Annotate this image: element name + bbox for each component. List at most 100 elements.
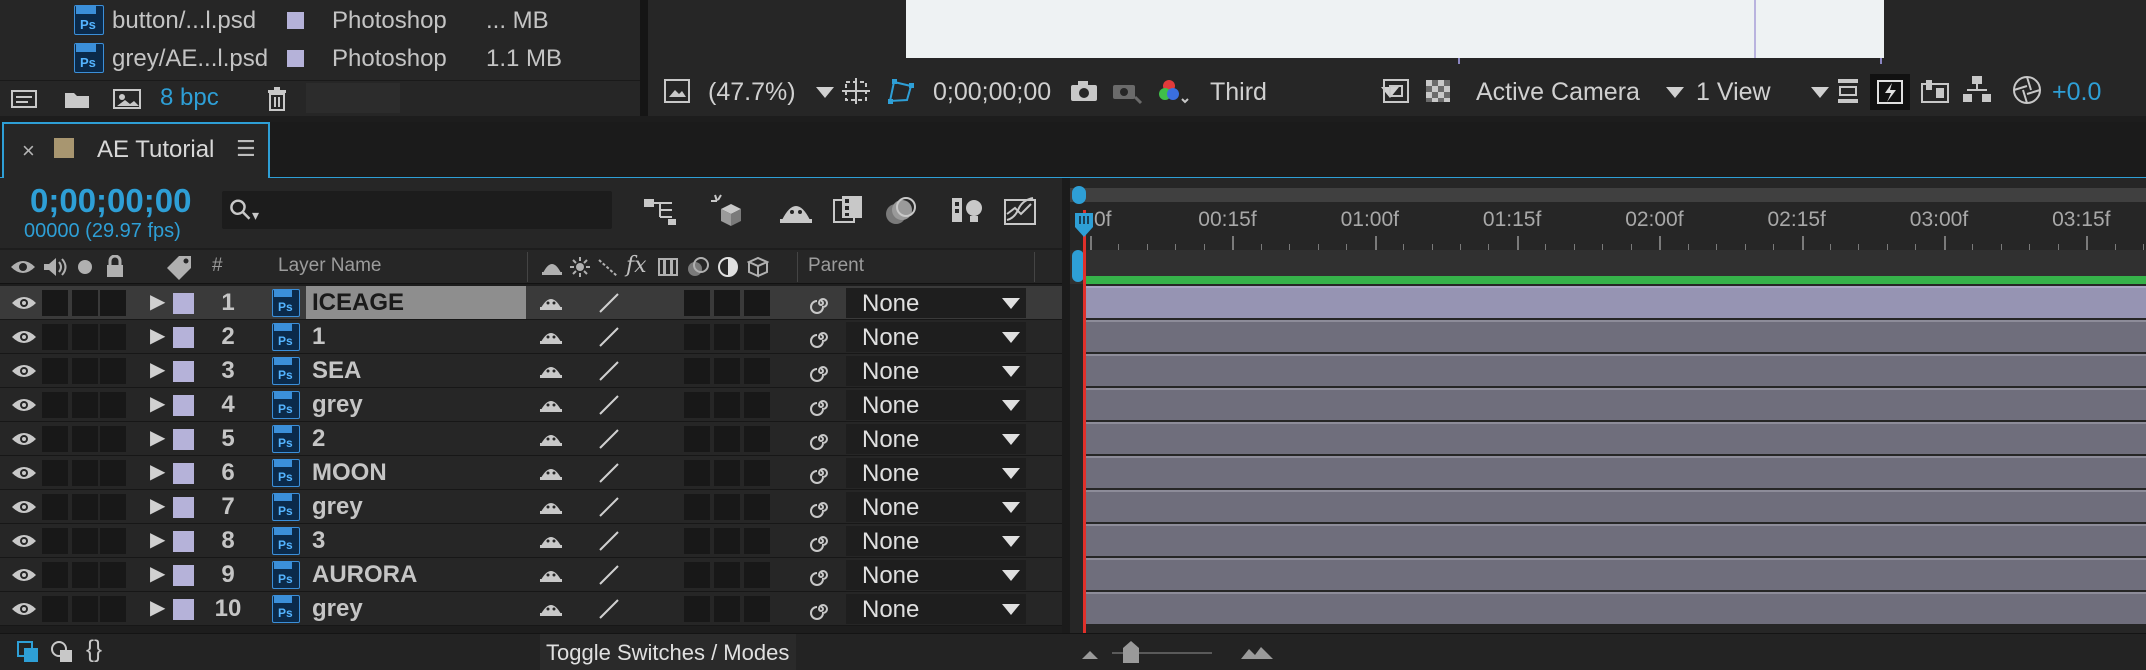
lock-switch[interactable] [100, 562, 126, 588]
lock-switch[interactable] [100, 494, 126, 520]
lock-switch[interactable] [100, 290, 126, 316]
motion-blur-switch[interactable] [684, 596, 710, 622]
parent-dropdown[interactable]: None [846, 356, 1026, 386]
layer-name-cell[interactable]: grey [306, 592, 526, 625]
eye-icon[interactable] [10, 293, 38, 313]
motion-blur-switch[interactable] [684, 562, 710, 588]
shy-switch-icon[interactable] [538, 327, 564, 347]
audio-switch[interactable] [42, 596, 68, 622]
shy-switch-icon[interactable] [538, 293, 564, 313]
solo-switch[interactable] [72, 596, 98, 622]
layer-row[interactable]: ▶ 5 Ps 2 None [0, 422, 1070, 456]
adjustment-layer-switch[interactable] [714, 324, 740, 350]
audio-switch[interactable] [42, 426, 68, 452]
adjustment-layer-switch[interactable] [714, 460, 740, 486]
show-snapshot-icon[interactable] [1110, 76, 1144, 106]
audio-switch[interactable] [42, 290, 68, 316]
pick-whip-icon[interactable] [808, 496, 834, 518]
solo-switch[interactable] [72, 324, 98, 350]
audio-switch[interactable] [42, 358, 68, 384]
adjustment-layer-switch[interactable] [714, 358, 740, 384]
layer-name-cell[interactable]: grey [306, 388, 526, 421]
shy-switch-icon[interactable] [538, 565, 564, 585]
zoom-in-icon[interactable] [1238, 642, 1276, 664]
solo-switch[interactable] [72, 290, 98, 316]
panel-menu-icon[interactable]: ☰ [236, 136, 256, 162]
layer-duration-bar[interactable] [1085, 320, 2146, 352]
expand-arrow-icon[interactable]: ▶ [150, 323, 165, 348]
solo-switch[interactable] [72, 426, 98, 452]
trash-icon[interactable] [262, 85, 292, 113]
toggle-mask-visibility-icon[interactable] [884, 76, 916, 106]
label-color-swatch[interactable] [173, 565, 194, 586]
viewer-timecode[interactable]: 0;00;00;00 [933, 72, 1051, 112]
frame-blending-icon[interactable] [828, 192, 868, 230]
eye-icon[interactable] [10, 531, 38, 551]
fast-draft-icon[interactable] [1870, 74, 1910, 110]
quality-switch-icon[interactable] [596, 529, 622, 553]
layer-name-cell[interactable]: MOON [306, 456, 526, 489]
pixel-aspect-icon[interactable] [1832, 76, 1864, 106]
label-color-swatch[interactable] [173, 293, 194, 314]
motion-blur-switch[interactable] [684, 426, 710, 452]
graph-editor-icon[interactable] [1000, 192, 1040, 230]
shy-switch-icon[interactable] [538, 497, 564, 517]
layer-name-cell[interactable]: SEA [306, 354, 526, 387]
label-color-swatch[interactable] [173, 497, 194, 518]
lock-switch[interactable] [100, 358, 126, 384]
adjustment-layer-switch[interactable] [714, 596, 740, 622]
layer-duration-bar[interactable] [1085, 286, 2146, 318]
quality-switch-icon[interactable] [596, 291, 622, 315]
eye-icon[interactable] [10, 327, 38, 347]
solo-switch[interactable] [72, 528, 98, 554]
parent-dropdown[interactable]: None [846, 458, 1026, 488]
label-color-swatch[interactable] [173, 327, 194, 348]
3d-layer-switch[interactable] [744, 358, 770, 384]
expand-arrow-icon[interactable]: ▶ [150, 527, 165, 552]
adjustment-layer-switch[interactable] [714, 528, 740, 554]
layer-name-cell[interactable]: AURORA [306, 558, 526, 591]
solo-switch[interactable] [72, 494, 98, 520]
audio-switch[interactable] [42, 562, 68, 588]
pick-whip-icon[interactable] [808, 530, 834, 552]
snapshot-camera-icon[interactable] [1068, 76, 1100, 106]
region-of-interest-icon[interactable] [840, 76, 872, 106]
eye-icon[interactable] [10, 565, 38, 585]
eye-icon[interactable] [10, 395, 38, 415]
project-item[interactable]: Ps grey/AE...l.psd Photoshop 1.1 MB [0, 40, 640, 76]
3d-layer-switch[interactable] [744, 494, 770, 520]
eye-icon[interactable] [10, 497, 38, 517]
3d-layer-switch[interactable] [744, 324, 770, 350]
solo-switch[interactable] [72, 392, 98, 418]
adjustment-layer-switch[interactable] [714, 426, 740, 452]
lock-switch[interactable] [100, 324, 126, 350]
motion-blur-switch[interactable] [684, 460, 710, 486]
tab-ae-tutorial[interactable]: × AE Tutorial ☰ [2, 122, 270, 178]
label-color-swatch[interactable] [173, 463, 194, 484]
exposure-value[interactable]: +0.0 [2052, 72, 2101, 112]
layer-row[interactable]: ▶ 10 Ps grey None [0, 592, 1070, 626]
3d-layer-switch[interactable] [744, 290, 770, 316]
channel-rgb-icon[interactable] [1156, 76, 1190, 106]
playhead-line[interactable] [1083, 210, 1086, 633]
reset-exposure-icon[interactable] [2010, 74, 2044, 106]
expand-arrow-icon[interactable]: ▶ [150, 595, 165, 620]
solo-switch[interactable] [72, 358, 98, 384]
parent-dropdown[interactable]: None [846, 288, 1026, 318]
layer-duration-bar[interactable] [1085, 490, 2146, 522]
motion-blur-switch[interactable] [684, 358, 710, 384]
layer-name-cell[interactable]: 1 [306, 320, 526, 353]
shy-switch-icon[interactable] [538, 463, 564, 483]
3d-layer-switch[interactable] [744, 528, 770, 554]
camera-view-dropdown[interactable]: Active Camera [1476, 72, 1684, 112]
motion-blur-switch[interactable] [684, 392, 710, 418]
bit-depth-toggle[interactable]: 8 bpc [160, 84, 219, 112]
quality-switch-icon[interactable] [596, 461, 622, 485]
composition-canvas[interactable] [906, 0, 1884, 64]
layer-row[interactable]: ▶ 6 Ps MOON None [0, 456, 1070, 490]
layer-duration-bar[interactable] [1085, 388, 2146, 420]
3d-layer-switch[interactable] [744, 562, 770, 588]
interpret-footage-icon[interactable] [10, 87, 40, 111]
adjustment-layer-switch[interactable] [714, 290, 740, 316]
shy-switch-icon[interactable] [538, 599, 564, 619]
